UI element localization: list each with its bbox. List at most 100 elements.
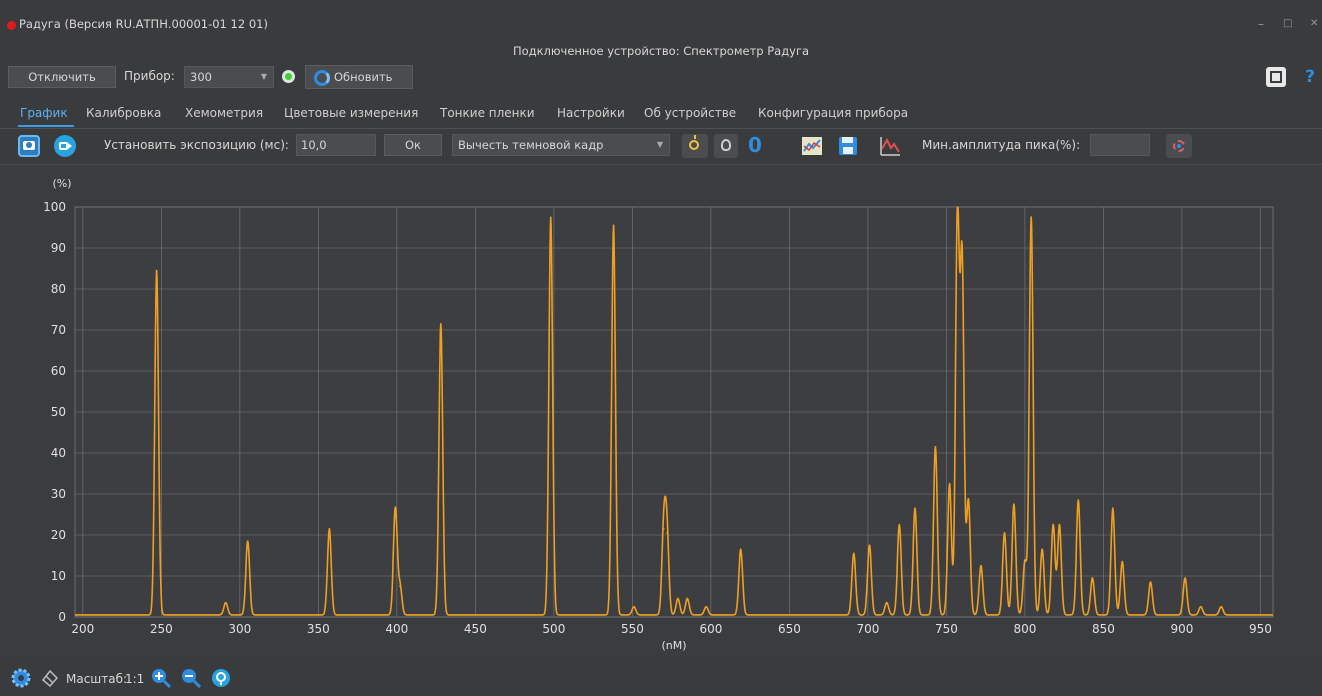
scale-value: 1:1 [125, 672, 145, 686]
spectrum-chart[interactable]: 200 250 300 350 400 450 500 550 600 650 700 750 800 8… [0, 165, 1322, 661]
spectrum-peak-point [549, 216, 552, 219]
x-tick-label: 800 [1013, 622, 1036, 636]
spectrum-peak-point [868, 544, 871, 547]
spectrum-peak-point [852, 552, 855, 555]
refresh-button[interactable]: Обновить [305, 65, 413, 89]
x-tick-label: 500 [542, 622, 565, 636]
x-tick-label: 550 [621, 622, 644, 636]
spectrum-peak-point [956, 216, 959, 219]
min-amplitude-label: Мин.амплитуда пика(%): [922, 138, 1081, 152]
y-tick-label: 50 [51, 405, 66, 419]
x-tick-label: 650 [778, 622, 801, 636]
tab-color-measurements[interactable]: Цветовые измерения [284, 106, 418, 120]
spectrum-peak-point [898, 523, 901, 526]
save-icon[interactable] [836, 134, 860, 158]
spectrum-peak-point [155, 269, 158, 272]
tab-settings[interactable]: Настройки [557, 106, 625, 120]
tab-chemometrics[interactable]: Хемометрия [185, 106, 263, 120]
video-camera-icon[interactable] [54, 135, 76, 157]
spectrum-peak-point [1112, 507, 1114, 510]
x-tick-label: 600 [699, 622, 722, 636]
spectrum-peak-point [1052, 523, 1054, 526]
y-tick-label: 60 [51, 364, 66, 378]
dark-frame-select[interactable]: Вычесть темновой кадр ▼ [452, 134, 670, 156]
y-tick-label: 30 [51, 487, 66, 501]
connection-status-icon [282, 70, 295, 83]
peak-search-icon[interactable] [1166, 134, 1192, 158]
main-tabs: График Калибровка Хемометрия Цветовые из… [0, 104, 1322, 129]
y-tick-label: 90 [51, 241, 66, 255]
eraser-icon[interactable] [38, 667, 60, 689]
title-bar: Радуга (Версия RU.АТПН.00001-01 12 01) П… [0, 0, 1322, 62]
light-off-icon[interactable] [714, 134, 738, 158]
minimize-icon[interactable]: – [1258, 17, 1264, 31]
y-tick-label: 10 [51, 569, 66, 583]
camera-icon[interactable] [18, 135, 40, 157]
tab-calibration[interactable]: Калибровка [86, 106, 161, 120]
spectrum-peak-point [1024, 560, 1026, 563]
dark-frame-select-value: Вычесть темновой кадр [458, 138, 604, 152]
device-select[interactable]: 300 ▼ [184, 66, 274, 88]
y-axis-label: (%) [52, 177, 71, 190]
tab-thin-films[interactable]: Тонкие пленки [440, 106, 535, 120]
spectrum-peak-point [1058, 523, 1061, 526]
spectrum-peak-point [1091, 577, 1094, 579]
active-tab-indicator [18, 125, 74, 127]
refresh-icon [314, 70, 330, 86]
x-tick-label: 350 [307, 622, 330, 636]
y-tick-label: 40 [51, 446, 66, 460]
tab-graph[interactable]: График [20, 106, 68, 120]
spectrum-peak-point [967, 499, 970, 501]
settings-gear-icon[interactable] [10, 667, 32, 689]
spectrum-peak-point [1030, 216, 1033, 219]
tab-device-configuration[interactable]: Конфигурация прибора [758, 106, 908, 120]
spectrum-peak-point [1121, 560, 1124, 563]
zoom-in-icon[interactable] [150, 667, 172, 689]
exposure-input[interactable]: 10,0 [296, 134, 376, 156]
spectrum-peak-point [934, 446, 937, 448]
chevron-down-icon: ▼ [656, 140, 663, 149]
y-tick-label: 70 [51, 323, 66, 337]
zero-button[interactable]: 0 [744, 132, 766, 158]
fullscreen-icon[interactable] [1266, 67, 1286, 87]
disconnect-button[interactable]: Отключить [8, 66, 116, 88]
spectrum-peak-point [885, 601, 888, 604]
spectrum-peak-point [1077, 499, 1080, 501]
close-icon[interactable]: ✕ [1310, 18, 1318, 29]
zoom-out-icon[interactable] [180, 667, 202, 689]
tab-about-device[interactable]: Об устройстве [644, 106, 736, 120]
help-icon[interactable]: ? [1300, 67, 1320, 87]
spectrum-peak-point [328, 528, 331, 530]
min-amplitude-input[interactable] [1090, 134, 1150, 156]
x-tick-label: 900 [1170, 622, 1193, 636]
spectrum-peak-point [914, 507, 916, 510]
exposure-ok-button[interactable]: Ок [384, 134, 442, 156]
chart-icon[interactable] [800, 134, 824, 158]
peak-detect-icon[interactable] [878, 134, 902, 158]
spectrum-peak-point [440, 323, 442, 325]
maximize-icon[interactable]: □ [1283, 18, 1292, 29]
refresh-label: Обновить [334, 70, 393, 84]
connected-device-title: Подключенное устройство: Спектрометр Рад… [512, 44, 810, 58]
spectrum-peak-point [612, 224, 615, 227]
window-title: Радуга (Версия RU.АТПН.00001-01 12 01) [19, 17, 268, 31]
light-on-icon[interactable] [682, 134, 708, 158]
y-tick-label: 80 [51, 282, 66, 296]
chevron-down-icon: ▼ [260, 72, 267, 81]
spectrum-peak-point [1041, 548, 1043, 551]
spectrum-peak-point [677, 597, 679, 600]
spectrum-peak-point [662, 528, 665, 530]
device-select-value: 300 [190, 70, 212, 84]
x-tick-label: 850 [1092, 622, 1115, 636]
spectrum-peak-point [739, 548, 742, 551]
spectrum-peak-point [666, 532, 668, 534]
app-logo-icon [7, 21, 16, 30]
y-tick-label: 20 [51, 528, 66, 542]
scale-label: Масштаб: [66, 672, 128, 686]
x-tick-label: 250 [150, 622, 173, 636]
spectrum-peak-point [399, 585, 401, 588]
y-tick-label: 100 [43, 200, 66, 214]
zoom-reset-icon[interactable] [210, 667, 232, 689]
spectrum-peak-point [705, 605, 707, 608]
spectrum-peak-point [1149, 581, 1152, 583]
